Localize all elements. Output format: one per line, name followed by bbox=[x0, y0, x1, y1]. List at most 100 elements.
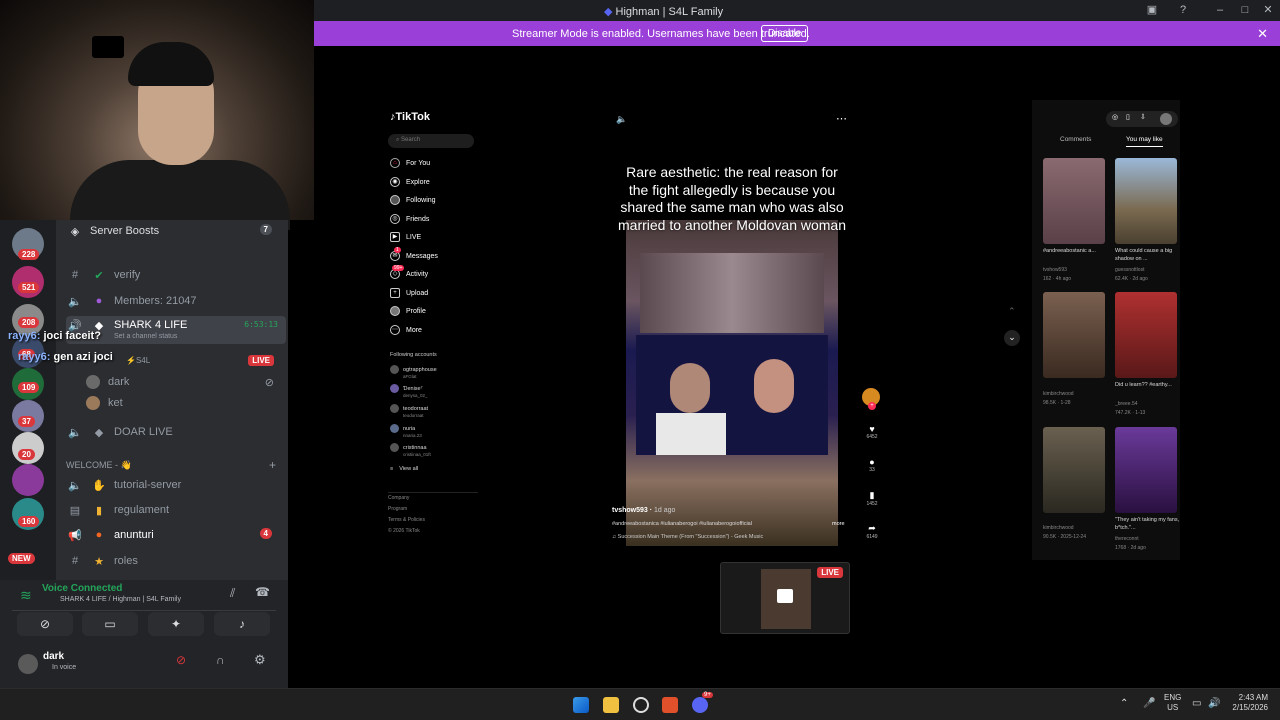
voice-channel[interactable]: SHARK 4 LIFE / Highman | S4L Family bbox=[60, 596, 181, 603]
obs-icon[interactable] bbox=[633, 697, 649, 713]
category-welcome[interactable]: WELCOME - 👋 + bbox=[66, 454, 286, 476]
headphones-icon[interactable]: ∩ bbox=[216, 653, 225, 667]
tab-you-may-like[interactable]: You may like bbox=[1126, 136, 1163, 147]
server-icon[interactable] bbox=[12, 464, 44, 496]
suggested-author[interactable]: tvshow593 bbox=[1043, 267, 1067, 273]
nav-for-you[interactable]: ⌂ For You bbox=[390, 158, 430, 168]
suggested-caption[interactable]: #andreeabostanic a... bbox=[1043, 247, 1109, 255]
channel-regulament[interactable]: ▤ ▮ regulament bbox=[66, 499, 286, 521]
nav-activity[interactable]: ◇ Activity 99+ bbox=[390, 265, 428, 279]
banner-close-icon[interactable]: ✕ bbox=[1257, 26, 1268, 42]
channel-members[interactable]: 🔈 ● Members: 21047 bbox=[66, 290, 286, 312]
suggested-thumbnail[interactable] bbox=[1043, 292, 1105, 378]
footer-link[interactable]: Program bbox=[388, 504, 425, 515]
discord-icon[interactable] bbox=[692, 697, 708, 713]
suggested-caption[interactable]: Did u learn?? #earthy... bbox=[1115, 381, 1181, 389]
avatar[interactable] bbox=[18, 654, 38, 674]
account-item[interactable]: cristinnaa cristiinaa_01ft bbox=[390, 443, 431, 457]
nav-explore[interactable]: ◉ Explore bbox=[390, 177, 430, 187]
suggested-author[interactable]: kimbirchwood bbox=[1043, 391, 1074, 397]
suggested-author[interactable]: guessnottlost bbox=[1115, 267, 1144, 273]
disable-button[interactable]: Disable bbox=[761, 25, 809, 42]
footer-link[interactable]: Company bbox=[388, 493, 425, 504]
suggested-caption[interactable]: What could cause a big shadow on ... bbox=[1115, 247, 1181, 263]
account-item[interactable]: ogtrapphouse aFGlat bbox=[390, 365, 437, 379]
screen-share-button[interactable]: ▭ bbox=[82, 612, 138, 636]
nav-profile[interactable]: Profile bbox=[390, 306, 426, 316]
voice-status[interactable]: Voice Connected bbox=[42, 583, 122, 594]
account-item[interactable]: Ɗenise⁷ denysa_02_ bbox=[390, 384, 428, 398]
download-icon[interactable]: ⇩ bbox=[1140, 113, 1146, 121]
channel-doar-live[interactable]: 🔈 ◆ DOAR LIVE bbox=[66, 421, 286, 443]
help-icon[interactable]: ? bbox=[1175, 2, 1191, 18]
footer-link[interactable]: Terms & Policies bbox=[388, 515, 425, 526]
file-explorer-icon[interactable] bbox=[603, 697, 619, 713]
scroll-down-icon[interactable]: ⌄ bbox=[1004, 330, 1020, 346]
more-options-icon[interactable]: ⋯ bbox=[836, 112, 847, 125]
video-tags[interactable]: #andreeabostanica #iulianaberogoi #iulia… bbox=[612, 521, 752, 527]
suggested-thumbnail[interactable] bbox=[1043, 158, 1105, 244]
show-hidden-icon[interactable]: ⌃ bbox=[1120, 698, 1128, 709]
view-all-link[interactable]: ≡ View all bbox=[390, 466, 418, 472]
video-music[interactable]: ♫ Succession Main Theme (From "Successio… bbox=[612, 534, 763, 540]
nav-following[interactable]: Following bbox=[390, 195, 436, 205]
suggested-thumbnail[interactable] bbox=[1115, 427, 1177, 513]
nav-live[interactable]: ▶ LIVE bbox=[390, 232, 421, 242]
nav-friends[interactable]: ◎ Friends bbox=[390, 214, 429, 224]
mic-muted-icon[interactable]: ⊘ bbox=[176, 653, 186, 667]
comment-button[interactable]: ● 33 bbox=[860, 457, 884, 473]
stream-preview[interactable]: LIVE bbox=[720, 562, 850, 634]
activities-button[interactable]: ✦ bbox=[148, 612, 204, 636]
suggested-caption[interactable]: "They ain't taking my fans, b*tch."... bbox=[1115, 516, 1181, 532]
more-link[interactable]: more bbox=[832, 521, 845, 527]
scroll-up-icon[interactable]: ⌃ bbox=[1008, 306, 1016, 317]
suggested-thumbnail[interactable] bbox=[1115, 292, 1177, 378]
device-icon[interactable]: ▯ bbox=[1126, 113, 1130, 121]
noise-suppression-icon[interactable]: ⫽ bbox=[230, 586, 235, 601]
share-button[interactable]: ➦ 6149 bbox=[860, 523, 884, 540]
volume-icon[interactable]: 🔈 bbox=[616, 114, 627, 125]
video-player[interactable] bbox=[626, 220, 838, 546]
language-indicator[interactable]: ENG US bbox=[1164, 693, 1181, 713]
volume-icon[interactable]: 🔊 bbox=[1208, 698, 1220, 709]
account-item[interactable]: nuria nnaria.23 bbox=[390, 424, 422, 438]
channel-status[interactable]: Set a channel status bbox=[114, 333, 177, 340]
like-button[interactable]: ♥ 6452 bbox=[860, 424, 884, 440]
disconnect-icon[interactable]: ☎ bbox=[255, 585, 270, 599]
account-item[interactable]: teodorraat teodorraat bbox=[390, 404, 428, 418]
search-input[interactable]: ⌕ Search bbox=[388, 134, 474, 148]
suggested-thumbnail[interactable] bbox=[1043, 427, 1105, 513]
channel-tutorial-server[interactable]: 🔈 ✋ tutorial-server bbox=[66, 474, 286, 496]
add-channel-icon[interactable]: + bbox=[269, 458, 276, 472]
server-boosts[interactable]: ◈ Server Boosts 7 bbox=[66, 220, 286, 242]
tiktok-logo[interactable]: ♪TikTok bbox=[390, 111, 430, 123]
windows-start-icon[interactable] bbox=[573, 697, 589, 713]
maximize-icon[interactable]: □ bbox=[1237, 2, 1253, 18]
inbox-icon[interactable]: ▣ bbox=[1144, 2, 1160, 18]
camera-off-button[interactable]: ⊘ bbox=[17, 612, 73, 636]
nav-more[interactable]: ⋯ More bbox=[390, 325, 422, 335]
clock[interactable]: 2:43 AM 2/15/2026 bbox=[1228, 693, 1268, 713]
channel-roles[interactable]: # ★ roles bbox=[66, 550, 286, 572]
bookmark-button[interactable]: ▮ 1452 bbox=[860, 490, 884, 507]
suggested-thumbnail[interactable] bbox=[1115, 158, 1177, 244]
suggested-author[interactable]: thereconnt bbox=[1115, 536, 1139, 542]
nav-upload[interactable]: + Upload bbox=[390, 288, 428, 298]
suggested-author[interactable]: _breee.54 bbox=[1115, 401, 1138, 407]
soundboard-button[interactable]: ♪ bbox=[214, 612, 270, 636]
network-icon[interactable]: ▭ bbox=[1192, 698, 1201, 709]
follow-plus-icon[interactable]: + bbox=[868, 402, 876, 410]
brave-icon[interactable] bbox=[662, 697, 678, 713]
channel-anunturi[interactable]: 📢 ● anunturi 4 bbox=[66, 524, 286, 546]
settings-gear-icon[interactable]: ⚙ bbox=[254, 652, 266, 668]
coin-icon[interactable]: ◎ bbox=[1112, 113, 1118, 121]
nav-messages[interactable]: ✉ Messages 1 bbox=[390, 247, 438, 261]
channel-verify[interactable]: # ✔ verify bbox=[66, 264, 286, 286]
tab-comments[interactable]: Comments bbox=[1060, 136, 1091, 143]
minimize-icon[interactable]: – bbox=[1212, 2, 1228, 18]
voice-user-ket[interactable]: ket bbox=[66, 392, 286, 414]
suggested-author[interactable]: kimbirchwood bbox=[1043, 525, 1074, 531]
profile-avatar[interactable] bbox=[1160, 113, 1172, 125]
close-icon[interactable]: ✕ bbox=[1260, 2, 1276, 18]
voice-user-dark[interactable]: dark ⊘ bbox=[66, 371, 286, 393]
